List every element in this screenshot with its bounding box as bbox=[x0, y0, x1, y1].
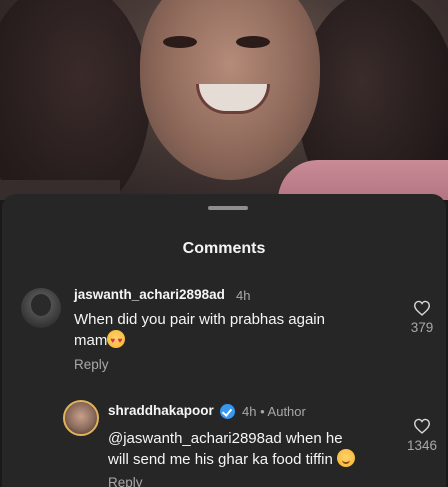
avatar[interactable] bbox=[21, 288, 61, 328]
comment-text: When did you pair with prabhas again mam bbox=[74, 310, 374, 351]
heart-icon bbox=[413, 418, 431, 434]
drag-handle[interactable] bbox=[208, 206, 248, 210]
author-label: Author bbox=[267, 404, 306, 419]
post-image bbox=[0, 0, 448, 200]
comment-time: 4h bbox=[236, 288, 251, 303]
heart-eyes-emoji-icon bbox=[107, 330, 126, 351]
like-count: 1346 bbox=[406, 438, 438, 453]
comment-text-line1: When did you pair with prabhas again bbox=[74, 311, 325, 328]
like-button[interactable]: 1346 bbox=[402, 418, 442, 453]
reply-button[interactable]: Reply bbox=[74, 357, 109, 372]
dot-separator: • bbox=[260, 404, 268, 419]
comment-text-line2: will send me his ghar ka food tiffin bbox=[108, 451, 333, 468]
comment-username[interactable]: shraddhakapoor bbox=[108, 403, 214, 418]
like-button[interactable]: 379 bbox=[402, 300, 442, 335]
sheet-title: Comments bbox=[182, 240, 266, 257]
smiling-face-emoji-icon bbox=[337, 449, 356, 467]
verified-badge-icon bbox=[220, 404, 235, 419]
comment-username[interactable]: jaswanth_achari2898ad bbox=[74, 287, 225, 302]
comments-sheet: Comments jaswanth_achari2898ad 4h When d… bbox=[2, 194, 446, 487]
comment-time: 4h • Author bbox=[242, 404, 306, 419]
comment-time-value: 4h bbox=[242, 404, 257, 419]
comment-text-line2: mam bbox=[74, 332, 108, 349]
comment-text: @jaswanth_achari2898ad when he will send… bbox=[108, 429, 398, 470]
heart-icon bbox=[413, 300, 431, 316]
comment-text-line1: @jaswanth_achari2898ad when he bbox=[108, 430, 343, 447]
like-count: 379 bbox=[410, 320, 434, 335]
reply-button[interactable]: Reply bbox=[108, 475, 143, 487]
avatar[interactable] bbox=[63, 400, 99, 436]
